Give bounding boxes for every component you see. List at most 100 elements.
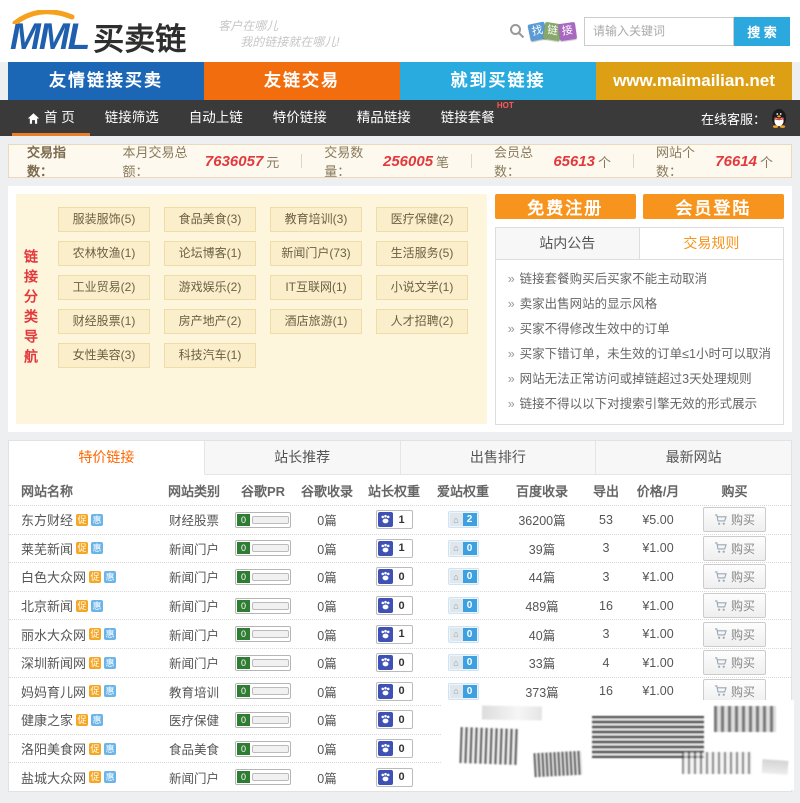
discount-badge: 惠 bbox=[104, 685, 116, 697]
category-button-0[interactable]: 服装服饰(5) bbox=[58, 207, 150, 232]
notice-item-5[interactable]: »链接不得以以下对搜索引擎无效的形式展示 bbox=[508, 392, 771, 417]
tab-site-announcements[interactable]: 站内公告 bbox=[496, 228, 640, 259]
google-index-cell: 0篇 bbox=[294, 739, 360, 758]
webmaster-weight-icon bbox=[378, 627, 393, 642]
buy-button[interactable]: 购买 bbox=[703, 622, 766, 647]
category-button-8[interactable]: 工业贸易(2) bbox=[58, 275, 150, 300]
google-pr-cell: 0 bbox=[232, 540, 294, 556]
link-table-tab-1[interactable]: 站长推荐 bbox=[205, 441, 401, 474]
site-logo[interactable]: MML 买卖链 bbox=[10, 8, 186, 55]
site-name-link[interactable]: 洛阳美食网 bbox=[21, 739, 86, 758]
artifact-smudge bbox=[533, 751, 582, 777]
pr-value: 0 bbox=[237, 600, 250, 612]
category-button-16[interactable]: 女性美容(3) bbox=[58, 343, 150, 368]
site-name-link[interactable]: 白色大众网 bbox=[21, 567, 86, 586]
promo-badge: 促 bbox=[89, 571, 101, 583]
nav-item-1[interactable]: 链接筛选 bbox=[90, 100, 174, 136]
login-button[interactable]: 会员登陆 bbox=[643, 194, 784, 219]
pr-bar bbox=[252, 687, 289, 695]
google-index-cell: 0篇 bbox=[294, 596, 360, 615]
category-button-17[interactable]: 科技汽车(1) bbox=[164, 343, 256, 368]
category-button-11[interactable]: 小说文学(1) bbox=[376, 275, 468, 300]
link-table-tab-3[interactable]: 最新网站 bbox=[596, 441, 791, 474]
site-name-link[interactable]: 深圳新闻网 bbox=[21, 653, 86, 672]
site-name-link[interactable]: 北京新闻 bbox=[21, 596, 73, 615]
site-name-link[interactable]: 健康之家 bbox=[21, 710, 73, 729]
category-button-14[interactable]: 酒店旅游(1) bbox=[270, 309, 362, 334]
site-name-link[interactable]: 丽水大众网 bbox=[21, 625, 86, 644]
category-button-5[interactable]: 论坛博客(1) bbox=[164, 241, 256, 266]
nav-item-0[interactable]: 首 页 bbox=[12, 100, 90, 136]
site-name-link[interactable]: 莱芜新闻 bbox=[21, 539, 73, 558]
category-button-9[interactable]: 游戏娱乐(2) bbox=[164, 275, 256, 300]
aizhan-weight-widget: ⌂0 bbox=[448, 654, 479, 671]
nav-item-4[interactable]: 精品链接 bbox=[342, 100, 426, 136]
site-name-cell: 妈妈育儿网促惠 bbox=[21, 682, 156, 701]
category-button-4[interactable]: 农林牧渔(1) bbox=[58, 241, 150, 266]
online-service[interactable]: 在线客服： bbox=[701, 100, 788, 136]
buy-button[interactable]: 购买 bbox=[703, 650, 766, 675]
notice-item-2[interactable]: »买家不得修改生效中的订单 bbox=[508, 317, 771, 342]
category-button-15[interactable]: 人才招聘(2) bbox=[376, 309, 468, 334]
category-button-7[interactable]: 生活服务(5) bbox=[376, 241, 468, 266]
category-button-2[interactable]: 教育培训(3) bbox=[270, 207, 362, 232]
notice-item-0[interactable]: »链接套餐购买后买家不能主动取消 bbox=[508, 267, 771, 292]
category-button-6[interactable]: 新闻门户(73) bbox=[270, 241, 362, 266]
export-links-cell: 53 bbox=[586, 513, 626, 527]
image-artifact bbox=[442, 700, 794, 790]
pr-value: 0 bbox=[237, 657, 250, 669]
nav-item-3[interactable]: 特价链接 bbox=[258, 100, 342, 136]
banner-segment-2[interactable]: 就到买链接 bbox=[400, 62, 596, 100]
pr-value: 0 bbox=[237, 571, 250, 583]
banner-segment-1[interactable]: 友链交易 bbox=[204, 62, 400, 100]
buy-button[interactable]: 购买 bbox=[703, 507, 766, 532]
pr-bar bbox=[252, 659, 289, 667]
webmaster-weight-icon bbox=[378, 569, 393, 584]
page: { "header": { "logo_mml": "MML", "logo_t… bbox=[0, 0, 800, 803]
link-table-tab-0[interactable]: 特价链接 bbox=[9, 441, 205, 475]
notice-item-1[interactable]: »卖家出售网站的显示风格 bbox=[508, 292, 771, 317]
category-button-13[interactable]: 房产地产(2) bbox=[164, 309, 256, 334]
aizhan-weight-value: 0 bbox=[463, 656, 477, 669]
google-index-cell: 0篇 bbox=[294, 510, 360, 529]
paw-icon bbox=[380, 772, 391, 783]
search-button[interactable]: 搜 索 bbox=[734, 17, 790, 46]
category-panel: 链接分类导航 服装服饰(5)食品美食(3)教育培训(3)医疗保健(2)农林牧渔(… bbox=[16, 194, 487, 424]
banner-segment-0[interactable]: 友情链接买卖 bbox=[8, 62, 204, 100]
cart-icon bbox=[714, 628, 727, 640]
export-links-cell: 16 bbox=[586, 684, 626, 698]
buy-button[interactable]: 购买 bbox=[703, 593, 766, 618]
site-name-link[interactable]: 妈妈育儿网 bbox=[21, 682, 86, 701]
table-row: 北京新闻促惠新闻门户00篇0⌂0489篇16¥1.00购买 bbox=[9, 591, 791, 620]
notice-item-4[interactable]: »网站无法正常访问或掉链超过3天处理规则 bbox=[508, 367, 771, 392]
search-input[interactable] bbox=[584, 17, 734, 46]
table-header-cell: 百度收录 bbox=[498, 481, 586, 500]
google-pr-widget: 0 bbox=[235, 712, 291, 728]
category-button-12[interactable]: 财经股票(1) bbox=[58, 309, 150, 334]
notice-item-3[interactable]: »买家下错订单，未生效的订单≤1小时可以取消 bbox=[508, 342, 771, 367]
link-table-tab-2[interactable]: 出售排行 bbox=[401, 441, 597, 474]
site-name-link[interactable]: 东方财经 bbox=[21, 510, 73, 529]
category-button-1[interactable]: 食品美食(3) bbox=[164, 207, 256, 232]
buy-cell: 购买 bbox=[690, 536, 779, 561]
paw-icon bbox=[380, 743, 391, 754]
buy-button[interactable]: 购买 bbox=[703, 564, 766, 589]
category-button-10[interactable]: IT互联网(1) bbox=[270, 275, 362, 300]
table-header-cell: 网站名称 bbox=[21, 481, 156, 500]
register-button[interactable]: 免费注册 bbox=[495, 194, 636, 219]
site-category-cell: 食品美食 bbox=[156, 739, 232, 758]
promo-badge: 促 bbox=[89, 628, 101, 640]
paw-icon bbox=[380, 686, 391, 697]
category-button-3[interactable]: 医疗保健(2) bbox=[376, 207, 468, 232]
google-index-cell: 0篇 bbox=[294, 768, 360, 787]
tab-trade-rules[interactable]: 交易规则 bbox=[640, 228, 783, 259]
nav-item-5[interactable]: 链接套餐HOT bbox=[426, 100, 510, 136]
banner-segment-3[interactable]: www.maimailian.net bbox=[596, 62, 792, 100]
aizhan-weight-cell: ⌂0 bbox=[428, 654, 498, 671]
nav-item-2[interactable]: 自动上链 bbox=[174, 100, 258, 136]
google-pr-cell: 0 bbox=[232, 712, 294, 728]
buy-button[interactable]: 购买 bbox=[703, 536, 766, 561]
promo-badge: 促 bbox=[89, 771, 101, 783]
webmaster-weight-value: 0 bbox=[393, 714, 411, 726]
site-name-link[interactable]: 盐城大众网 bbox=[21, 768, 86, 787]
